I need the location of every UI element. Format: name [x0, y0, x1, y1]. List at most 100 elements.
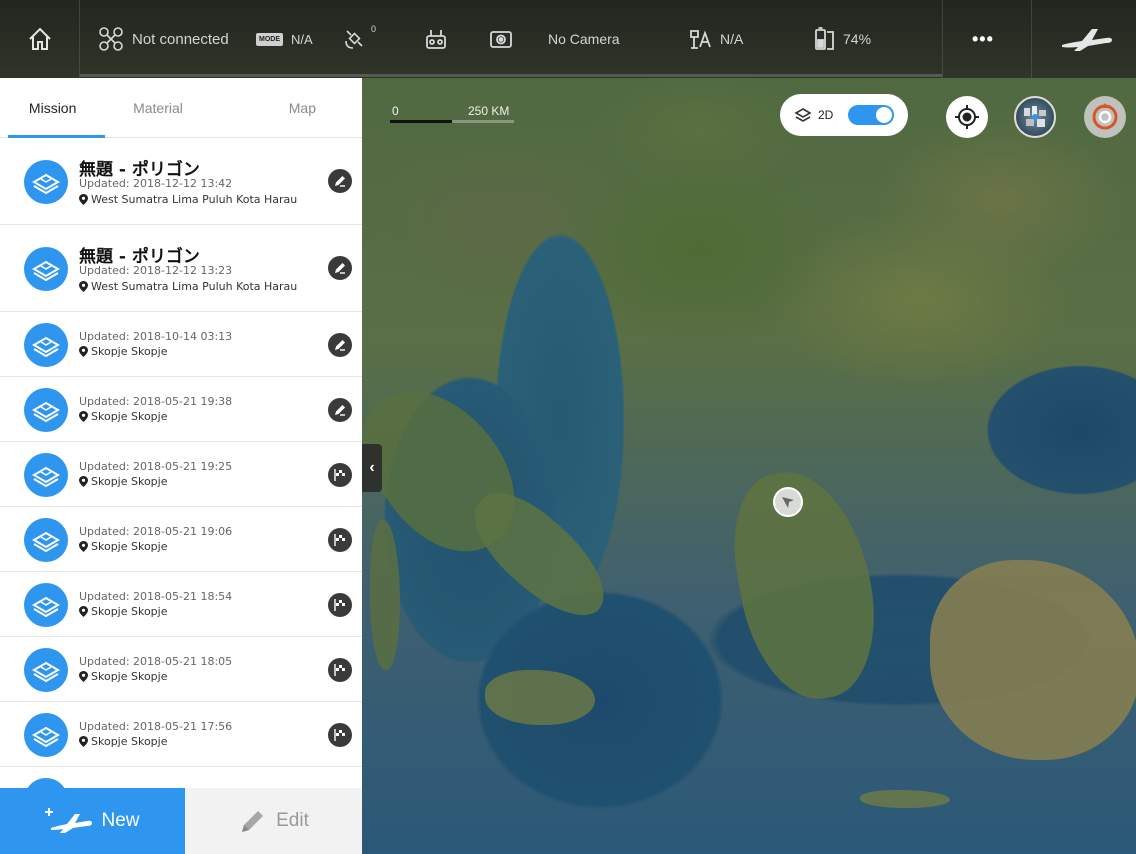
remote-controller-icon [426, 30, 446, 49]
mission-location-text: West Sumatra Lima Puluh Kota Harau [91, 280, 298, 293]
panel-tabs: Mission Material Map [0, 78, 362, 138]
map-mission-icon [32, 726, 60, 747]
scale-bar-secondary [452, 120, 514, 123]
map-land-sardinia [370, 520, 400, 670]
location-pin-icon [79, 281, 88, 292]
aircraft-location-marker[interactable] [773, 487, 803, 517]
collapse-panel-button[interactable]: ‹ [362, 444, 382, 492]
mission-location: Skopje Skopje [79, 345, 168, 358]
mission-action-button[interactable] [328, 723, 352, 747]
map-mission-icon [32, 260, 60, 281]
mission-updated: Updated: 2018-05-21 19:38 [79, 395, 233, 408]
mission-updated: Updated: 2018-05-21 19:25 [79, 460, 233, 473]
map-mission-icon [32, 466, 60, 487]
mission-list-item[interactable]: Updated: 2018-05-21 19:06 Skopje Skopje [0, 507, 362, 572]
flag-icon [334, 664, 345, 676]
location-pin-icon [79, 346, 88, 357]
battery-icon [815, 27, 834, 50]
tab-mission[interactable]: Mission [0, 78, 106, 138]
map-land-sicily [485, 670, 595, 725]
mission-list-item[interactable]: Updated: 2018-05-21 17:56 Skopje Skopje [0, 702, 362, 767]
mission-list-item[interactable]: Updated: 2018-05-21 18:54 Skopje Skopje [0, 572, 362, 637]
tab-map[interactable]: Map [211, 78, 362, 137]
tab-material[interactable]: Material [105, 78, 210, 137]
mission-action-button[interactable] [328, 169, 352, 193]
mode-value: N/A [291, 31, 313, 47]
flag-icon [334, 599, 345, 611]
mission-location-text: Skopje Skopje [91, 345, 168, 358]
map-style-button[interactable] [1014, 96, 1056, 138]
mission-list-item-partial[interactable] [0, 767, 362, 788]
topbar-divider [1031, 0, 1032, 78]
flight-mode: MODE N/A [256, 0, 313, 78]
mission-avatar [24, 583, 68, 627]
mission-action-button[interactable] [328, 528, 352, 552]
mission-list-item[interactable]: Updated: 2018-05-21 19:25 Skopje Skopje [0, 442, 362, 507]
map-thumbnail-icon [1024, 106, 1046, 127]
mission-location-text: Skopje Skopje [91, 735, 168, 748]
map-land-crete [860, 790, 950, 808]
view-mode-toggle[interactable]: 2D [780, 94, 908, 136]
home-button[interactable] [0, 0, 80, 78]
compass-icon [1092, 103, 1118, 130]
layers-icon [794, 108, 812, 122]
chevron-left-icon: ‹ [369, 459, 375, 476]
mission-updated: Updated: 2018-12-12 13:23 [79, 264, 233, 277]
mission-list-item[interactable]: Updated: 2018-10-14 03:13 Skopje Skopje [0, 312, 362, 377]
map-mission-icon [32, 336, 60, 357]
edit-icon [335, 405, 345, 416]
map-mission-icon [32, 531, 60, 552]
mission-action-button[interactable] [328, 398, 352, 422]
new-mission-label: New [101, 810, 140, 831]
new-mission-button[interactable]: New [0, 788, 185, 854]
mission-avatar [24, 160, 68, 204]
mission-location-text: Skopje Skopje [91, 540, 168, 553]
mission-avatar [24, 323, 68, 367]
gps-status: 0 [343, 0, 376, 78]
mission-panel: Mission Material Map 無題 - ポリゴン Updated: 2… [0, 78, 362, 854]
mission-location: Skopje Skopje [79, 605, 168, 618]
remote-controller-status [424, 0, 448, 78]
mission-list-item[interactable]: Updated: 2018-05-21 19:38 Skopje Skopje [0, 377, 362, 442]
mission-action-button[interactable] [328, 463, 352, 487]
mission-avatar [24, 648, 68, 692]
location-pin-icon [79, 736, 88, 747]
more-icon: ••• [972, 28, 994, 49]
mission-location-text: Skopje Skopje [91, 410, 168, 423]
mission-action-button[interactable] [328, 658, 352, 682]
mission-updated: Updated: 2018-05-21 17:56 [79, 720, 233, 733]
satellite-icon [345, 30, 363, 49]
rtk-value: N/A [720, 31, 744, 47]
location-pin-icon [79, 476, 88, 487]
more-button[interactable]: ••• [972, 0, 994, 78]
locate-button[interactable] [946, 96, 988, 138]
compass-button[interactable] [1084, 96, 1126, 138]
mission-list-item[interactable]: 無題 - ポリゴン Updated: 2018-12-12 13:42 West S… [0, 138, 362, 225]
mission-action-button[interactable] [328, 256, 352, 280]
view-mode-switch[interactable] [848, 105, 894, 125]
edit-mission-button[interactable]: Edit [185, 788, 362, 854]
map-land-south-italy [456, 476, 624, 634]
mission-avatar [24, 388, 68, 432]
mission-list-item[interactable]: 無題 - ポリゴン Updated: 2018-12-12 13:23 West S… [0, 225, 362, 312]
mission-list-item[interactable]: Updated: 2018-05-21 18:05 Skopje Skopje [0, 637, 362, 702]
mission-location-text: Skopje Skopje [91, 605, 168, 618]
mission-location-text: Skopje Skopje [91, 475, 168, 488]
edit-icon [335, 263, 345, 274]
edit-icon [335, 176, 345, 187]
mission-action-button[interactable] [328, 593, 352, 617]
location-pin-icon [79, 671, 88, 682]
camera-icon [490, 31, 512, 48]
mission-action-button[interactable] [328, 333, 352, 357]
home-icon [28, 27, 51, 50]
navigation-arrow-icon [782, 497, 794, 508]
fly-button[interactable] [1058, 0, 1114, 78]
battery-value: 74% [843, 31, 872, 47]
mission-location: West Sumatra Lima Puluh Kota Harau [79, 193, 297, 206]
mission-updated: Updated: 2018-12-12 13:42 [79, 177, 233, 190]
rtk-status: N/A [688, 0, 743, 78]
topbar-divider [942, 0, 943, 78]
scale-bar [390, 120, 452, 123]
mission-location-text: Skopje Skopje [91, 670, 168, 683]
mission-list[interactable]: 無題 - ポリゴン Updated: 2018-12-12 13:42 West S… [0, 138, 362, 788]
